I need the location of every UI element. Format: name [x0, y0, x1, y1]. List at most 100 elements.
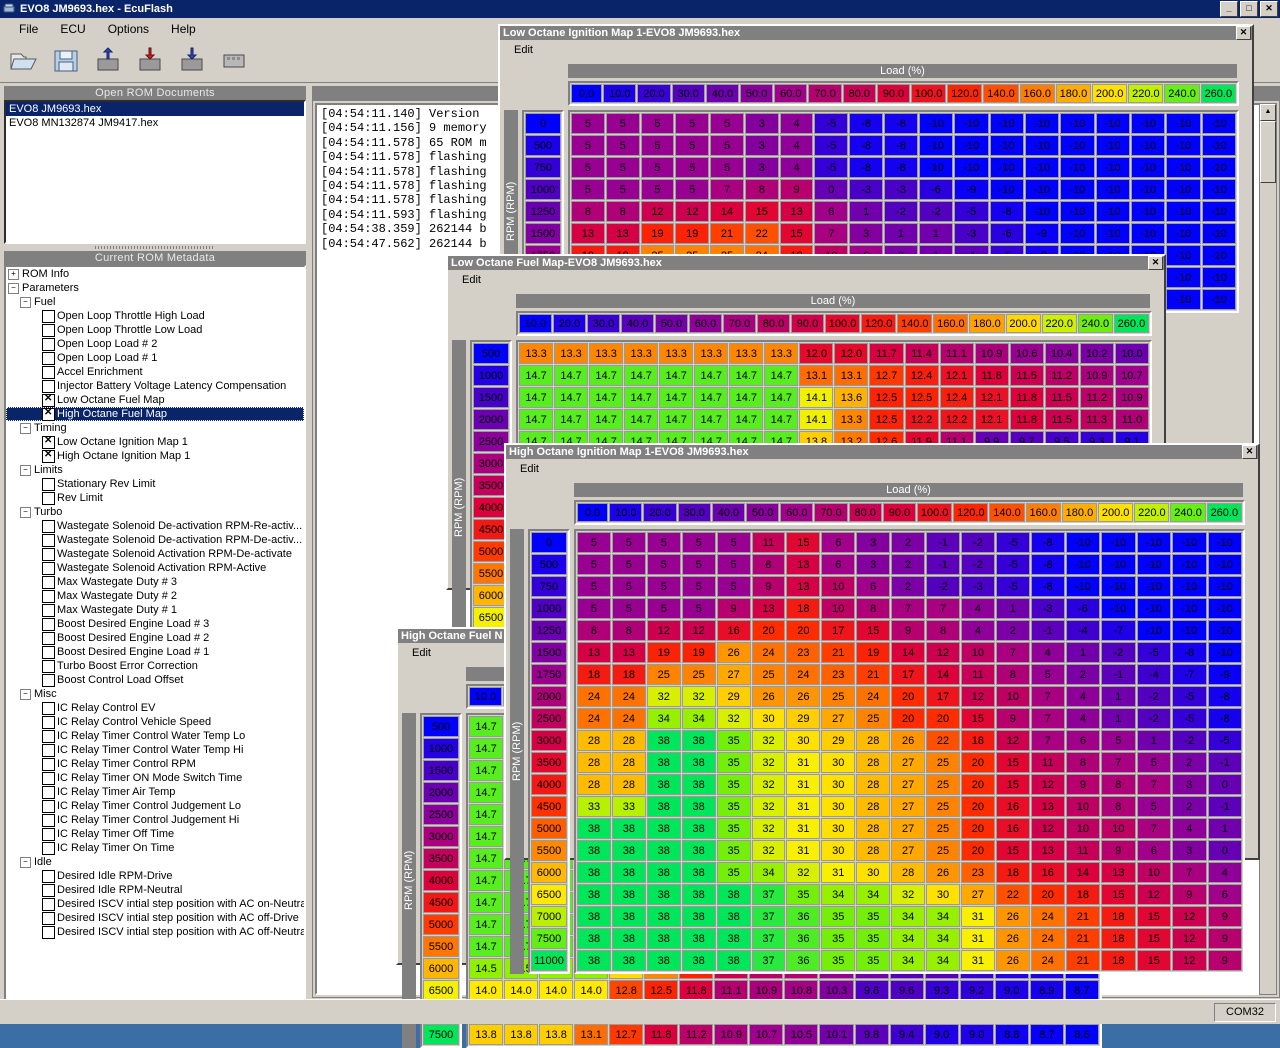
table-row[interactable]: 13.813.813.813.112.711.811.210.910.710.5…: [469, 1024, 1099, 1045]
checkbox-icon[interactable]: [42, 338, 55, 351]
map-cell[interactable]: 13: [1031, 796, 1065, 817]
table-row[interactable]: 3838383838373635353434312624211815129: [577, 928, 1242, 949]
map-cell[interactable]: -7: [1101, 620, 1135, 641]
map-cell[interactable]: 5: [1137, 796, 1171, 817]
map-cell[interactable]: 24: [612, 686, 646, 707]
map-cell[interactable]: 2: [996, 620, 1030, 641]
tree-item-checkbox-row[interactable]: IC Relay Timer ON Mode Switch Time: [6, 771, 304, 785]
map-cell[interactable]: 20: [891, 708, 925, 729]
map-cell[interactable]: -1: [1101, 664, 1135, 685]
map-cell[interactable]: 15: [1137, 928, 1171, 949]
map-cell[interactable]: 15: [996, 840, 1030, 861]
map-cell[interactable]: 5: [710, 135, 744, 156]
map-cell[interactable]: 10.8: [784, 980, 818, 1001]
map-cell[interactable]: 30: [786, 730, 820, 751]
map-cell[interactable]: 7: [1137, 818, 1171, 839]
map-cell[interactable]: 3: [1172, 774, 1206, 795]
checkbox-icon[interactable]: [42, 758, 55, 771]
map-cell[interactable]: 38: [647, 884, 681, 905]
map-cell[interactable]: -10: [1166, 267, 1200, 288]
map-cell[interactable]: 5: [612, 598, 646, 619]
splitter-handle[interactable]: [4, 244, 306, 251]
map-cell[interactable]: -10: [1172, 532, 1206, 553]
map-cell[interactable]: -10: [1101, 598, 1135, 619]
map-cell[interactable]: 3: [856, 532, 890, 553]
map-cell[interactable]: -10: [1172, 620, 1206, 641]
map-cell[interactable]: 13.8: [504, 1024, 538, 1045]
map-cell[interactable]: 14.7: [469, 716, 503, 737]
map-cell[interactable]: 14.7: [624, 409, 658, 430]
map-cell[interactable]: -10: [1060, 113, 1094, 134]
map-cell[interactable]: -2: [884, 201, 918, 222]
map-cell[interactable]: 21: [1066, 928, 1100, 949]
map-cell[interactable]: 12: [647, 620, 681, 641]
map-cell[interactable]: 16: [996, 796, 1030, 817]
map-cell[interactable]: 10.7: [749, 1024, 783, 1045]
map-cell[interactable]: 11.2: [1080, 387, 1114, 408]
map-cell[interactable]: 36: [786, 906, 820, 927]
map-cell[interactable]: 12: [996, 730, 1030, 751]
checkbox-icon[interactable]: [42, 646, 55, 659]
map-cell[interactable]: 28: [577, 730, 611, 751]
map-cell[interactable]: 4: [1031, 642, 1065, 663]
map-cell[interactable]: 9.2: [960, 980, 994, 1001]
map-cell[interactable]: 5: [577, 576, 611, 597]
map-cell[interactable]: 8: [612, 620, 646, 641]
map-cell[interactable]: 10.3: [819, 980, 853, 1001]
table-row[interactable]: 55555813632-1-2-5-8-10-10-10-10-10: [577, 554, 1242, 575]
map-cell[interactable]: 20: [961, 752, 995, 773]
flash-ecu-icon[interactable]: [176, 45, 208, 77]
map-cell[interactable]: -10: [1025, 201, 1059, 222]
checkbox-icon[interactable]: [42, 730, 55, 743]
map-cell[interactable]: 31: [786, 818, 820, 839]
checkbox-icon[interactable]: [42, 716, 55, 729]
map-cell[interactable]: 31: [786, 774, 820, 795]
map-cell[interactable]: 7: [710, 179, 744, 200]
map-cell[interactable]: 14.7: [469, 826, 503, 847]
tree-item-checkbox-row[interactable]: IC Relay Timer Control RPM: [6, 757, 304, 771]
map-cell[interactable]: 8: [606, 201, 640, 222]
map-cell[interactable]: 9: [1101, 840, 1135, 861]
checkbox-icon[interactable]: [42, 632, 55, 645]
map-cell[interactable]: 38: [647, 928, 681, 949]
map-cell[interactable]: 9.8: [855, 1024, 889, 1045]
map-cell[interactable]: 14.7: [469, 936, 503, 957]
map-cell[interactable]: 6: [821, 554, 855, 575]
map-cell[interactable]: 4: [780, 157, 814, 178]
map-cell[interactable]: 15: [996, 774, 1030, 795]
map-cell[interactable]: 9: [996, 708, 1030, 729]
map-cell[interactable]: -10: [1172, 576, 1206, 597]
tree-item-checkbox-row[interactable]: Desired Idle RPM-Drive: [6, 869, 304, 883]
map-cell[interactable]: -5: [996, 532, 1030, 553]
map-cell[interactable]: 13.8: [539, 1024, 573, 1045]
map-cell[interactable]: -10: [1202, 113, 1236, 134]
map-cell[interactable]: 13.1: [574, 1024, 608, 1045]
map-cell[interactable]: 32: [752, 730, 786, 751]
map-cell[interactable]: 27: [821, 708, 855, 729]
table-row[interactable]: 555559131062-2-3-5-8-10-10-10-10-10: [577, 576, 1242, 597]
menu-edit[interactable]: Edit: [500, 40, 1252, 60]
map-cell[interactable]: 5: [641, 113, 675, 134]
map-cell[interactable]: -2: [961, 554, 995, 575]
map-cell[interactable]: 2: [891, 554, 925, 575]
close-icon[interactable]: ✕: [1242, 445, 1257, 459]
map-cell[interactable]: 34: [891, 906, 925, 927]
map-cell[interactable]: -10: [1208, 642, 1243, 663]
map-cell[interactable]: 5: [606, 135, 640, 156]
map-cell[interactable]: 7: [1031, 686, 1065, 707]
map-cell[interactable]: 25: [926, 840, 960, 861]
map-cell[interactable]: 38: [647, 950, 681, 971]
map-cell[interactable]: 14.7: [764, 387, 798, 408]
map-cell[interactable]: -5: [996, 554, 1030, 575]
map-cell[interactable]: -10: [1096, 157, 1130, 178]
map-cell[interactable]: 10: [1101, 818, 1135, 839]
map-cell[interactable]: 14.7: [469, 892, 503, 913]
map-cell[interactable]: 24: [1031, 928, 1065, 949]
map-cell[interactable]: 32: [647, 686, 681, 707]
map-cell[interactable]: -10: [1202, 267, 1236, 288]
map-cell[interactable]: 28: [577, 774, 611, 795]
map-cell[interactable]: 38: [577, 840, 611, 861]
map-cell[interactable]: -10: [1202, 289, 1236, 310]
map-cell[interactable]: 5: [675, 113, 709, 134]
list-item[interactable]: EVO8 JM9693.hex: [6, 102, 304, 116]
